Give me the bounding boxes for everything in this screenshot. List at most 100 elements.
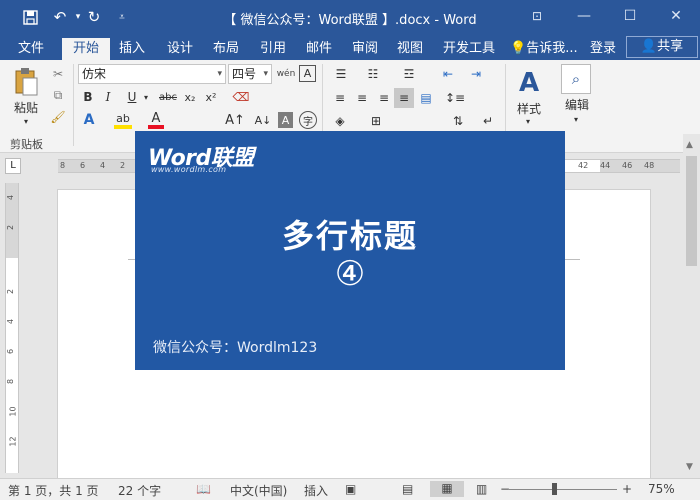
character-border-icon[interactable]: A (299, 65, 316, 82)
page-count[interactable]: 第 1 页，共 1 页 (8, 482, 99, 499)
tab-home[interactable]: 开始 (62, 38, 110, 60)
tab-view[interactable]: 视图 (390, 38, 430, 60)
maximize-button[interactable]: ☐ (617, 5, 643, 27)
clipboard-group-label: 剪贴板 (10, 138, 43, 151)
styles-button[interactable]: 样式 (508, 100, 550, 116)
sort-icon[interactable]: ⇅ (448, 111, 468, 131)
customize-qat-icon[interactable]: ⩡ (112, 7, 132, 27)
font-name-combo[interactable]: 仿宋 ▾ (78, 64, 226, 84)
insert-mode[interactable]: 插入 (304, 482, 328, 499)
tell-me-search[interactable]: 💡告诉我... (510, 38, 580, 60)
shrink-font-icon[interactable]: A↓ (254, 111, 272, 129)
numbering-icon[interactable]: ☷ (362, 64, 384, 84)
styles-icon[interactable]: A (512, 66, 546, 100)
editing-dropdown-icon[interactable]: ▾ (570, 114, 582, 124)
tab-review[interactable]: 审阅 (345, 38, 385, 60)
format-painter-icon[interactable]: 🖌 (49, 108, 67, 126)
minimize-button[interactable]: — (571, 5, 597, 27)
text-effects-icon[interactable]: A (80, 111, 98, 129)
paste-icon[interactable] (10, 66, 42, 98)
banner-footer: 微信公众号：Wordlm123 (153, 340, 318, 356)
ruler-tick: 6 (80, 161, 86, 170)
redo-icon[interactable]: ↻ (84, 7, 104, 27)
ribbon-display-options-icon[interactable]: ⊡ (524, 5, 550, 27)
proofing-icon[interactable]: 📖 (196, 482, 211, 496)
phonetic-guide-icon[interactable]: wén (276, 64, 296, 84)
editing-button[interactable]: 编辑 (556, 96, 598, 112)
borders-icon[interactable]: ⊞ (366, 111, 386, 131)
show-marks-icon[interactable]: ↵ (478, 111, 498, 131)
zoom-slider[interactable] (509, 489, 617, 490)
scroll-thumb[interactable] (686, 156, 697, 266)
macro-icon[interactable]: ▣ (345, 482, 356, 496)
read-mode-icon[interactable]: ▤ (402, 482, 413, 496)
italic-button[interactable]: I (100, 88, 116, 106)
tab-insert[interactable]: 插入 (112, 38, 152, 60)
save-icon[interactable] (20, 7, 40, 27)
underline-button[interactable]: U (124, 88, 140, 106)
tab-layout[interactable]: 布局 (206, 38, 246, 60)
align-right-icon[interactable]: ≡ (374, 88, 394, 108)
tab-developer[interactable]: 开发工具 (438, 38, 500, 60)
clear-formatting-icon[interactable]: ⌫ (232, 88, 250, 106)
enclose-characters-icon[interactable]: 字 (299, 111, 317, 129)
tab-file[interactable]: 文件 (8, 38, 54, 60)
vertical-ruler[interactable]: 4 2 2 4 6 8 10 12 (5, 183, 19, 473)
multilevel-list-icon[interactable]: ☲ (398, 64, 420, 84)
bullets-icon[interactable]: ☰ (330, 64, 352, 84)
line-spacing-icon[interactable]: ↕≡ (444, 88, 466, 108)
underline-dropdown-icon[interactable]: ▾ (141, 91, 151, 103)
ruler-tick: 42 (578, 161, 589, 170)
cut-icon[interactable]: ✂ (49, 65, 67, 83)
styles-dropdown-icon[interactable]: ▾ (522, 116, 534, 126)
search-icon[interactable]: ⌕ (561, 64, 591, 94)
ruler-tick: 4 (6, 318, 16, 325)
ruler-tick: 6 (6, 348, 16, 355)
tab-selector[interactable]: L (5, 158, 21, 174)
zoom-slider-thumb[interactable] (552, 483, 557, 495)
decrease-indent-icon[interactable]: ⇤ (437, 64, 459, 84)
tab-mailings[interactable]: 邮件 (299, 38, 339, 60)
ribbon-tab-bar: 文件 开始 插入 设计 布局 引用 邮件 审阅 视图 开发工具 💡告诉我... … (0, 35, 700, 60)
ruler-tick: 46 (622, 161, 633, 170)
zoom-level[interactable]: 75% (648, 482, 675, 496)
character-shading-icon[interactable]: A (278, 112, 293, 128)
align-center-icon[interactable]: ≡ (352, 88, 372, 108)
scroll-up-icon[interactable]: ▲ (686, 140, 693, 150)
grow-font-icon[interactable]: A↑ (225, 111, 245, 129)
word-count[interactable]: 22 个字 (118, 482, 161, 499)
scroll-down-icon[interactable]: ▼ (686, 462, 693, 472)
paste-dropdown-icon[interactable]: ▾ (20, 116, 32, 126)
language-indicator[interactable]: 中文(中国) (230, 482, 287, 499)
vertical-scrollbar[interactable]: ▲ ▼ (683, 134, 700, 477)
shading-icon[interactable]: ◈ (330, 111, 350, 131)
share-button[interactable]: 👤共享 (626, 36, 698, 58)
increase-indent-icon[interactable]: ⇥ (465, 64, 487, 84)
highlight-icon[interactable]: ab (114, 111, 132, 129)
ruler-tick: 2 (6, 288, 16, 295)
ruler-tick: 4 (100, 161, 106, 170)
copy-icon[interactable]: ⧉ (49, 86, 67, 104)
subscript-button[interactable]: x₂ (181, 88, 199, 106)
bold-button[interactable]: B (80, 88, 96, 106)
web-layout-icon[interactable]: ▥ (476, 482, 487, 496)
tab-references[interactable]: 引用 (253, 38, 293, 60)
close-button[interactable]: ✕ (663, 5, 689, 27)
undo-icon[interactable]: ↶ (50, 7, 70, 27)
zoom-in-icon[interactable]: + (622, 482, 632, 496)
align-left-icon[interactable]: ≡ (330, 88, 350, 108)
status-bar: 第 1 页，共 1 页 22 个字 📖 中文(中国) 插入 ▣ ▤ ▦ ▥ − … (0, 478, 700, 500)
superscript-button[interactable]: x² (202, 88, 220, 106)
strikethrough-button[interactable]: abc (156, 88, 180, 106)
ruler-tick: 8 (6, 378, 16, 385)
tab-design[interactable]: 设计 (160, 38, 200, 60)
distributed-icon[interactable]: ▤ (416, 88, 436, 108)
chevron-down-icon: ▾ (217, 69, 222, 79)
login-link[interactable]: 登录 (585, 38, 621, 60)
justify-icon[interactable]: ≡ (394, 88, 414, 108)
print-layout-icon[interactable]: ▦ (430, 481, 464, 497)
paste-button[interactable]: 粘贴 (8, 98, 44, 116)
overlay-banner: Word联盟 www.wordlm.com 多行标题 ④ 微信公众号：Wordl… (135, 131, 565, 370)
font-color-icon[interactable]: A (148, 111, 164, 129)
font-size-combo[interactable]: 四号 ▾ (228, 64, 272, 84)
